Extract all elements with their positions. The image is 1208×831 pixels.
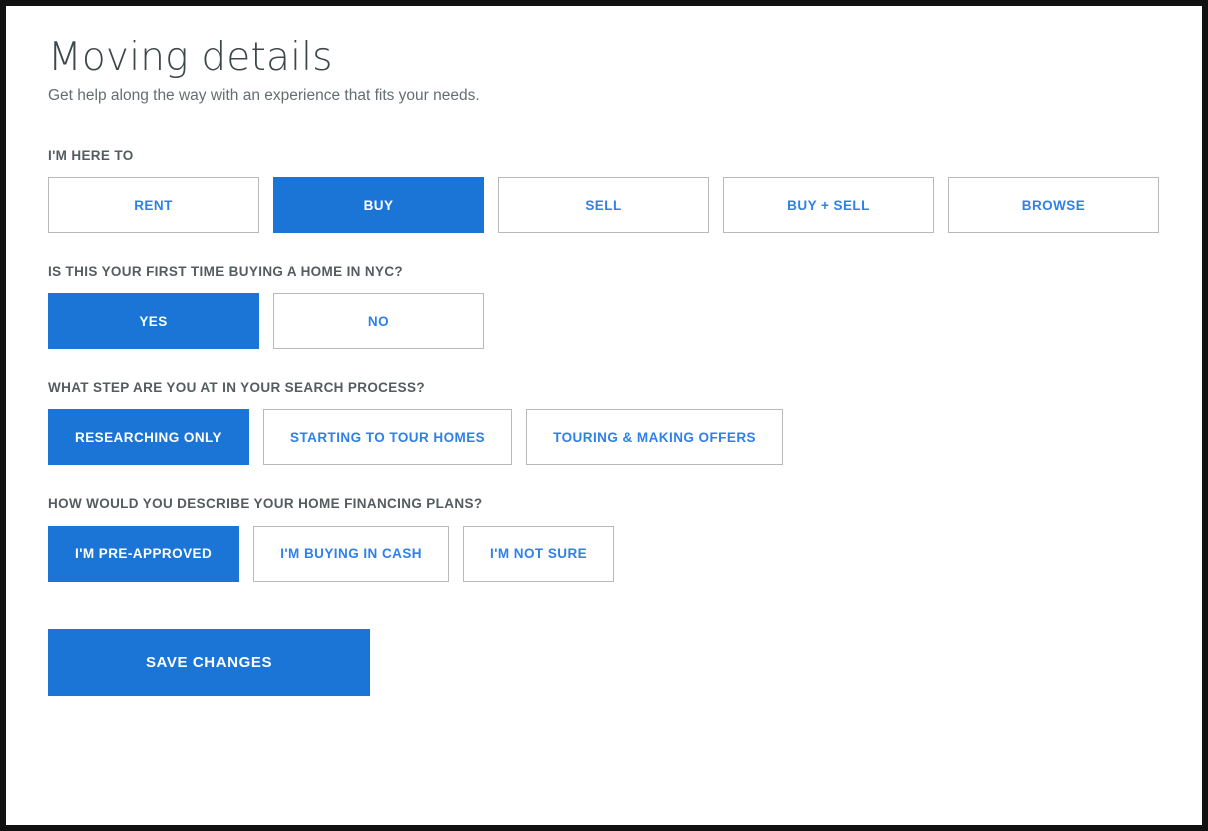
page-title: Moving details [48,35,333,80]
question-label-search-step: WHAT STEP ARE YOU AT IN YOUR SEARCH PROC… [48,380,425,396]
option-row-here-to: RENT BUY SELL BUY + SELL BROWSE [48,177,1190,233]
option-search-step-starting-to-tour-homes[interactable]: STARTING TO TOUR HOMES [262,409,513,466]
option-row-first-time-buyer: YES NO [48,293,1190,350]
option-first-time-buyer-no[interactable]: NO [273,293,484,350]
moving-details-form: Moving details Get help along the way wi… [48,36,1190,696]
page-subtitle: Get help along the way with an experienc… [48,86,480,104]
option-financing-plans-i-m-pre-approved[interactable]: I'M PRE-APPROVED [48,525,240,582]
page-frame: Moving details Get help along the way wi… [0,0,1208,831]
option-row-financing-plans: I'M PRE-APPROVED I'M BUYING IN CASH I'M NO… [48,525,1190,582]
option-search-step-researching-only[interactable]: RESEARCHING ONLY [48,409,249,466]
question-label-financing-plans: HOW WOULD YOU DESCRIBE YOUR HOME FINANCI… [48,496,483,512]
option-here-to-buy-sell[interactable]: BUY + SELL [723,177,934,233]
option-here-to-browse[interactable]: BROWSE [948,177,1159,233]
question-group-first-time-buyer: IS THIS YOUR FIRST TIME BUYING A HOME IN… [48,264,1190,350]
option-first-time-buyer-yes[interactable]: YES [48,293,259,350]
save-changes-button[interactable]: SAVE CHANGES [48,628,370,696]
question-label-here-to: I'M HERE TO [48,147,134,163]
page-content-area: Moving details Get help along the way wi… [6,6,1202,825]
question-label-first-time-buyer: IS THIS YOUR FIRST TIME BUYING A HOME IN… [48,264,404,279]
question-group-search-step: WHAT STEP ARE YOU AT IN YOUR SEARCH PROC… [48,380,1190,466]
option-search-step-touring-making-offers[interactable]: TOURING & MAKING OFFERS [526,409,783,466]
question-group-financing-plans: HOW WOULD YOU DESCRIBE YOUR HOME FINANCI… [48,496,1190,582]
question-groups: I'M HERE TO RENT BUY SELL BUY + SELL BROWSE IS… [48,148,1190,582]
option-financing-plans-i-m-not-sure[interactable]: I'M NOT SURE [463,525,615,582]
option-financing-plans-i-m-buying-in-cash[interactable]: I'M BUYING IN CASH [253,525,450,582]
option-here-to-sell[interactable]: SELL [498,177,709,233]
option-here-to-rent[interactable]: RENT [48,177,259,233]
option-row-search-step: RESEARCHING ONLY STARTING TO TOUR HOMES TO… [48,409,1190,466]
question-group-here-to: I'M HERE TO RENT BUY SELL BUY + SELL BROWSE [48,148,1190,233]
option-here-to-buy[interactable]: BUY [273,177,484,233]
save-row: SAVE CHANGES [48,628,1190,696]
